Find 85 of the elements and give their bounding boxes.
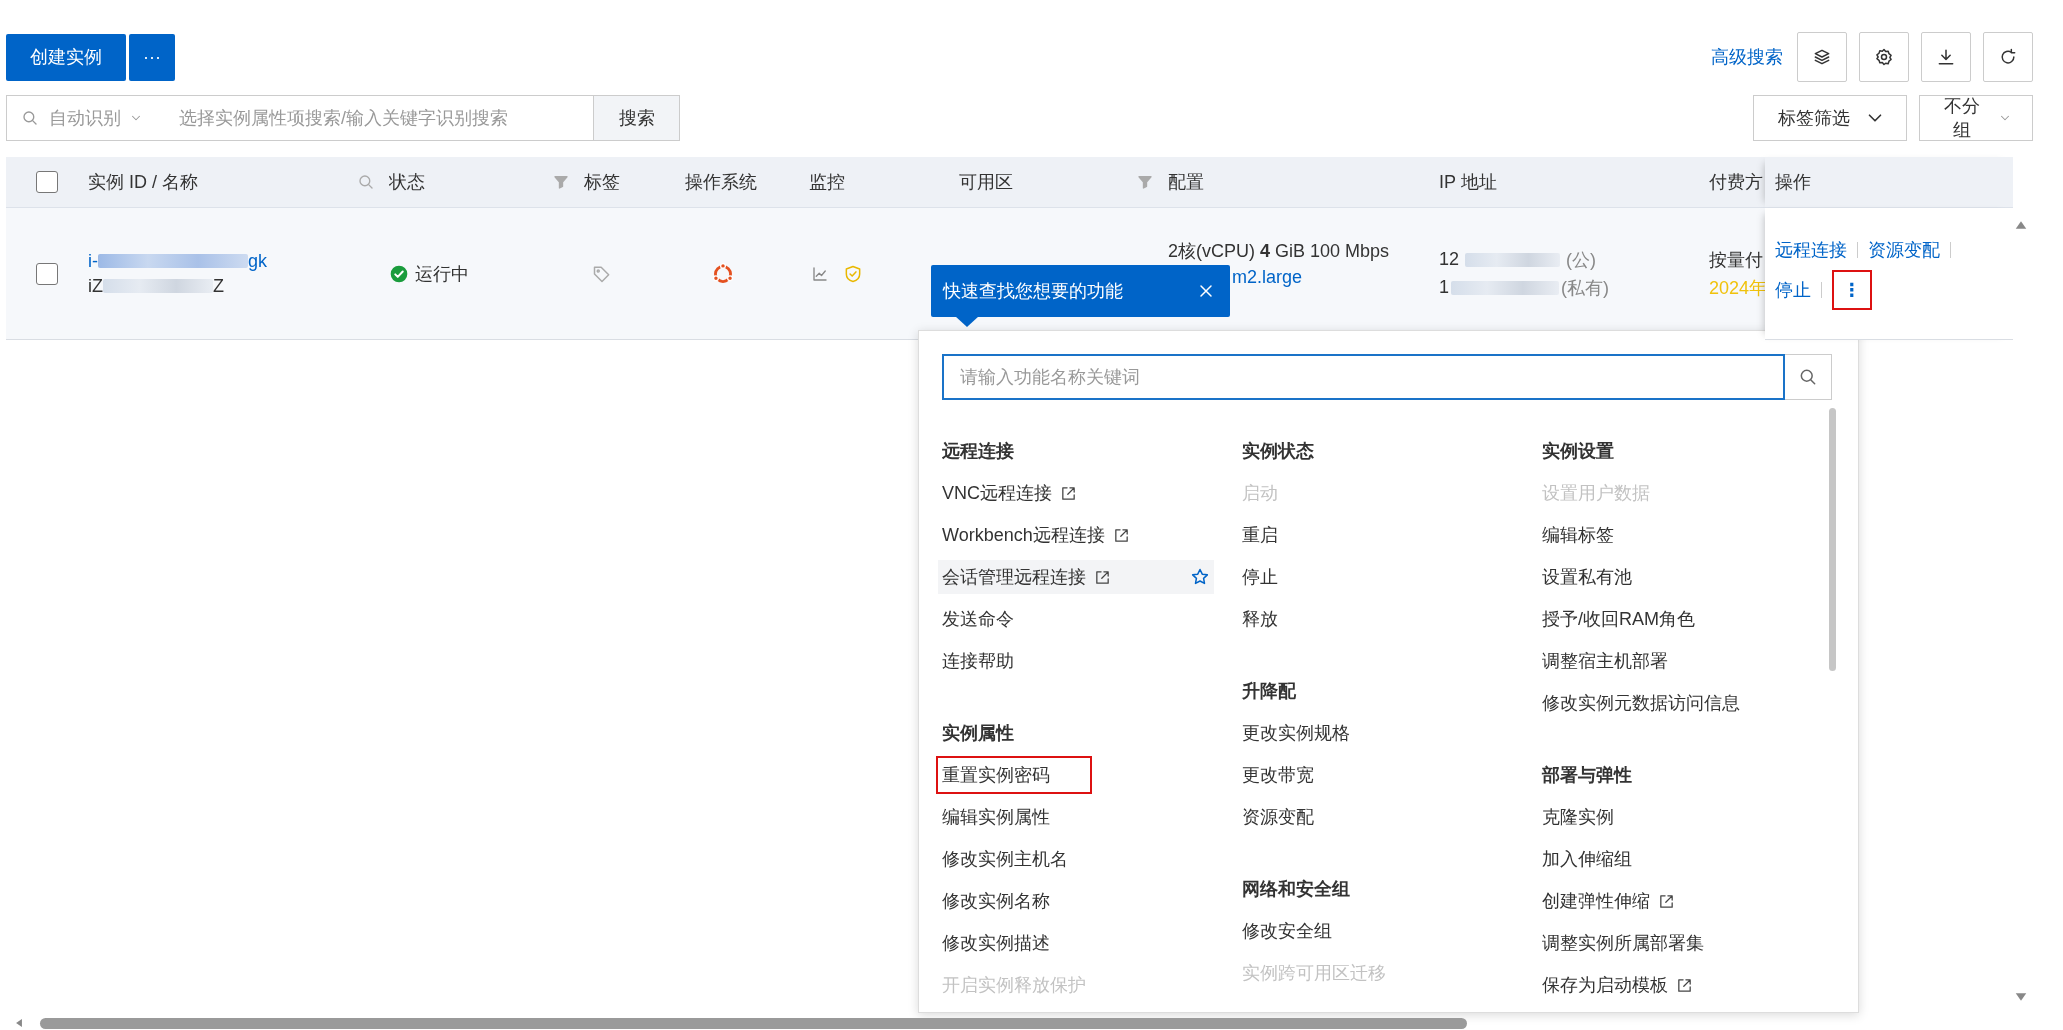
menu-item[interactable]: 编辑标签 bbox=[1542, 523, 1614, 547]
settings-icon bbox=[1874, 47, 1894, 67]
menu-item[interactable]: 发送命令 bbox=[942, 607, 1014, 631]
action-link[interactable]: 停止 bbox=[1775, 277, 1811, 302]
group-title: 实例属性 bbox=[942, 722, 1014, 745]
column-header: 付费方 bbox=[1709, 171, 1763, 194]
download-icon bbox=[1936, 47, 1956, 67]
menu-item[interactable]: 编辑实例属性 bbox=[942, 805, 1050, 829]
star-icon bbox=[1190, 567, 1210, 587]
menu-item[interactable]: 调整宿主机部署 bbox=[1542, 649, 1668, 673]
settings-button[interactable] bbox=[1859, 32, 1909, 82]
group-title: 实例设置 bbox=[1542, 440, 1614, 463]
checkbox[interactable] bbox=[36, 262, 58, 285]
menu-item[interactable]: 重启 bbox=[1242, 523, 1278, 547]
search-button[interactable] bbox=[1785, 354, 1832, 400]
scrollbar-thumb[interactable] bbox=[40, 1018, 1467, 1029]
checkbox[interactable] bbox=[36, 171, 58, 193]
line-chart-icon bbox=[811, 264, 829, 283]
menu-item[interactable]: 修改实例描述 bbox=[942, 931, 1050, 955]
menu-item[interactable]: 保存为启动模板 bbox=[1542, 973, 1668, 997]
create-instance-button[interactable]: 创建实例 bbox=[6, 33, 126, 81]
download-button[interactable] bbox=[1921, 32, 1971, 82]
group-title: 实例状态 bbox=[1242, 440, 1314, 463]
column-header: 操作系统 bbox=[685, 171, 757, 194]
advanced-search-link[interactable]: 高级搜索 bbox=[1711, 45, 1783, 69]
search-scope: 自动识别 bbox=[49, 107, 121, 130]
column-header: 可用区 bbox=[959, 171, 1013, 194]
menu-item[interactable]: 设置私有池 bbox=[1542, 565, 1632, 589]
menu-item[interactable]: 修改实例主机名 bbox=[942, 847, 1068, 871]
column-header: 实例 ID / 名称 bbox=[88, 171, 198, 194]
search-icon bbox=[21, 109, 39, 127]
menu-item[interactable]: 更改带宽 bbox=[1242, 763, 1314, 787]
public-ip: 12 (公) bbox=[1439, 248, 1598, 272]
billing-date: 2024年 bbox=[1709, 276, 1765, 300]
menu-item[interactable]: 释放 bbox=[1242, 607, 1278, 631]
filter-icon bbox=[552, 173, 570, 191]
menu-item[interactable]: 停止 bbox=[1242, 565, 1278, 589]
action-link[interactable]: 资源变配 bbox=[1868, 237, 1940, 262]
action-link[interactable]: 远程连接 bbox=[1775, 237, 1847, 262]
tag-filter-dropdown[interactable]: 标签筛选 bbox=[1753, 95, 1907, 141]
grouping-dropdown[interactable]: 不分组 bbox=[1919, 95, 2033, 141]
column-header: 操作 bbox=[1775, 171, 1811, 194]
column-header: IP 地址 bbox=[1439, 171, 1497, 194]
column-header: 状态 bbox=[389, 171, 425, 194]
instance-id[interactable]: i- gk bbox=[88, 250, 389, 272]
more-actions-button[interactable]: ⋮ bbox=[1832, 269, 1872, 310]
search-placeholder: 选择实例属性项搜索/输入关键字识别搜索 bbox=[179, 107, 508, 130]
menu-item[interactable]: 加入伸缩组 bbox=[1542, 847, 1632, 871]
menu-item[interactable]: 创建弹性伸缩 bbox=[1542, 889, 1650, 913]
refresh-button[interactable] bbox=[1983, 32, 2033, 82]
menu-item[interactable]: 克隆实例 bbox=[1542, 805, 1614, 829]
menu-item[interactable]: 连接帮助 bbox=[942, 649, 1014, 673]
group-title: 升降配 bbox=[1242, 680, 1296, 703]
layers-button[interactable] bbox=[1797, 32, 1847, 82]
group-title: 网络和安全组 bbox=[1242, 878, 1350, 901]
column-header: 监控 bbox=[809, 171, 845, 194]
filter-icon bbox=[1136, 173, 1154, 191]
status-text: 运行中 bbox=[415, 262, 469, 286]
billing-text: 按量付 bbox=[1709, 248, 1764, 272]
menu-item[interactable]: 资源变配 bbox=[1242, 805, 1314, 829]
menu-item[interactable]: 修改实例名称 bbox=[942, 889, 1050, 913]
config-text: 2核(vCPU) 4 GiB 100 Mbps bbox=[1168, 240, 1391, 263]
layers-icon bbox=[1812, 47, 1832, 67]
menu-item[interactable]: 授予/收回RAM角色 bbox=[1542, 607, 1695, 631]
group-title: 远程连接 bbox=[942, 440, 1014, 463]
search-button[interactable]: 搜索 bbox=[594, 95, 680, 141]
menu-item[interactable]: Workbench远程连接 bbox=[942, 523, 1105, 547]
menu-item[interactable]: 重置实例密码 bbox=[942, 763, 1050, 787]
menu-item[interactable]: 调整实例所属部署集 bbox=[1542, 931, 1704, 955]
column-header: 配置 bbox=[1168, 171, 1204, 194]
menu-item[interactable]: 更改实例规格 bbox=[1242, 721, 1350, 745]
group-title: 部署与弹性 bbox=[1542, 764, 1632, 787]
private-ip: 1 (私有) bbox=[1439, 276, 1610, 300]
menu-item[interactable]: 修改实例元数据访问信息 bbox=[1542, 691, 1740, 715]
scrollbar-thumb[interactable] bbox=[1829, 408, 1836, 671]
menu-item[interactable]: 修改安全组 bbox=[1242, 919, 1332, 943]
tooltip-text: 快速查找您想要的功能 bbox=[943, 280, 1123, 303]
menu-item[interactable]: VNC远程连接 bbox=[942, 481, 1052, 505]
refresh-icon bbox=[1998, 47, 2018, 67]
more-button[interactable]: ··· bbox=[129, 33, 175, 81]
shield-check-icon bbox=[843, 263, 863, 284]
instance-type-link[interactable]: m2.large bbox=[1232, 267, 1439, 288]
column-header: 标签 bbox=[584, 171, 620, 194]
search-icon bbox=[357, 173, 375, 191]
search-icon bbox=[1798, 367, 1818, 387]
